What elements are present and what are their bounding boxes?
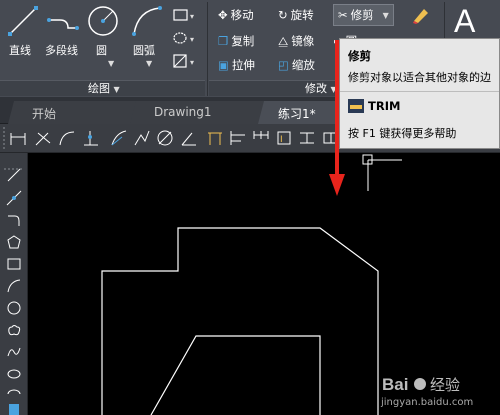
baseline-dim-icon[interactable]	[229, 129, 247, 151]
command-icon	[348, 99, 364, 113]
copy-button[interactable]: ❐ 复制	[218, 33, 254, 49]
construction-line-icon[interactable]	[6, 190, 22, 210]
svg-text:经验: 经验	[430, 376, 460, 394]
polygon-tool-icon[interactable]	[6, 234, 22, 254]
ellipse-tool-icon[interactable]	[6, 366, 22, 386]
rectangle-icon[interactable]: ▾	[172, 8, 198, 22]
move-label: 移动	[230, 8, 254, 22]
outer-outline	[101, 227, 379, 415]
dim-radius-icon[interactable]	[110, 129, 128, 151]
scale-icon: ◰	[278, 58, 289, 72]
scale-label: 缩放	[291, 58, 315, 72]
panel-divider	[207, 2, 208, 96]
rotate-button[interactable]: ↻ 旋转	[278, 7, 314, 23]
tooltip-command: TRIM	[368, 99, 401, 113]
polyline-tool-icon[interactable]	[6, 212, 22, 232]
stretch-button[interactable]: ▣ 拉伸	[218, 57, 255, 73]
revcloud-tool-icon[interactable]	[6, 322, 22, 342]
toolbar-grip-icon[interactable]	[2, 127, 6, 153]
erase-icon[interactable]	[410, 5, 430, 25]
tab-practice1-label: 练习1*	[278, 107, 316, 121]
hatch-icon[interactable]: ▾	[172, 31, 198, 45]
stretch-label: 拉伸	[231, 58, 255, 72]
left-draw-toolbar	[0, 153, 28, 415]
arc-tool-icon[interactable]	[6, 278, 22, 298]
spline-tool-icon[interactable]	[6, 344, 22, 364]
insert-block-tool-icon[interactable]	[6, 401, 22, 415]
line-button-label[interactable]: 直线	[9, 42, 31, 58]
text-icon[interactable]: A	[452, 2, 484, 38]
dim-angular-icon[interactable]	[180, 129, 198, 151]
trim-tooltip: 修剪 修剪对象以适合其他对象的边 TRIM 按 F1 键获得更多帮助	[339, 38, 500, 149]
mirror-icon: ⧋	[278, 33, 289, 48]
polyline-button-label[interactable]: 多段线	[45, 42, 78, 58]
move-button[interactable]: ✥ 移动	[218, 7, 254, 23]
stretch-icon: ▣	[218, 58, 229, 72]
circle-button-label[interactable]: 圆	[96, 42, 107, 58]
svg-text:▾: ▾	[190, 12, 194, 21]
inner-outline	[150, 335, 321, 415]
modify-panel-title-text: 修改	[305, 82, 327, 95]
dim-aligned-icon[interactable]	[34, 129, 52, 151]
dim-arc-icon[interactable]	[58, 129, 76, 151]
dim-space-icon[interactable]: I	[275, 129, 293, 151]
draw-panel-title[interactable]: 绘图 ▼	[88, 80, 120, 96]
rotate-icon: ↻	[278, 8, 288, 22]
dim-break-icon[interactable]	[298, 129, 316, 151]
circle-icon[interactable]	[86, 4, 120, 38]
trim-button[interactable]: ✂ 修剪 ▼	[333, 4, 394, 26]
svg-text:A: A	[454, 3, 476, 38]
rotate-label: 旋转	[290, 8, 314, 22]
move-icon: ✥	[218, 8, 228, 22]
dim-diameter-icon[interactable]	[156, 129, 174, 151]
tooltip-divider	[340, 91, 499, 92]
dim-jogged-icon[interactable]	[133, 129, 151, 151]
arc-icon[interactable]	[130, 4, 164, 38]
arc-button-label[interactable]: 圆弧	[133, 42, 155, 58]
scale-button[interactable]: ◰ 缩放	[278, 57, 315, 73]
svg-text:▾: ▾	[190, 58, 194, 67]
circle-tool-icon[interactable]	[6, 300, 22, 320]
trim-label: 修剪	[350, 8, 374, 22]
svg-text:Bai: Bai	[382, 375, 408, 394]
continue-dim-icon[interactable]	[252, 129, 270, 151]
tab-drawing1[interactable]: Drawing1	[130, 101, 265, 124]
draw-panel-expand-icon[interactable]: ▼	[114, 85, 120, 94]
tab-drawing1-label: Drawing1	[154, 105, 212, 119]
rectangle-tool-icon[interactable]	[6, 256, 22, 276]
polyline-icon[interactable]	[46, 6, 80, 36]
crosshair-cursor	[362, 154, 402, 191]
tooltip-help: 按 F1 键获得更多帮助	[348, 127, 457, 140]
draw-panel-title-text: 绘图	[88, 82, 110, 95]
line-icon[interactable]	[6, 4, 40, 38]
copy-icon: ❐	[218, 34, 229, 48]
mirror-button[interactable]: ⧋ 镜像	[278, 33, 314, 49]
arc-dropdown-icon[interactable]: ▼	[146, 59, 152, 68]
circle-dropdown-icon[interactable]: ▼	[108, 59, 114, 68]
dim-ordinate-icon[interactable]	[82, 129, 100, 151]
trim-dropdown-icon[interactable]: ▼	[383, 11, 389, 20]
line-tool-icon[interactable]	[6, 167, 22, 187]
dim-linear-icon[interactable]	[9, 129, 27, 151]
trim-icon: ✂	[338, 8, 348, 22]
tooltip-title: 修剪	[348, 49, 371, 63]
boundary-icon[interactable]: ▾	[172, 53, 198, 69]
svg-text:I: I	[280, 135, 283, 145]
tooltip-description: 修剪对象以适合其他对象的边	[348, 71, 491, 84]
svg-text:▾: ▾	[190, 35, 194, 44]
tab-start[interactable]: 开始	[8, 101, 138, 124]
copy-label: 复制	[231, 34, 255, 48]
quick-dim-icon[interactable]	[206, 129, 224, 151]
watermark-url: jingyan.baidu.com	[381, 397, 474, 408]
mirror-label: 镜像	[291, 34, 315, 48]
baidu-watermark-logo: Bai 经验	[382, 372, 478, 396]
tab-start-label: 开始	[32, 107, 57, 121]
